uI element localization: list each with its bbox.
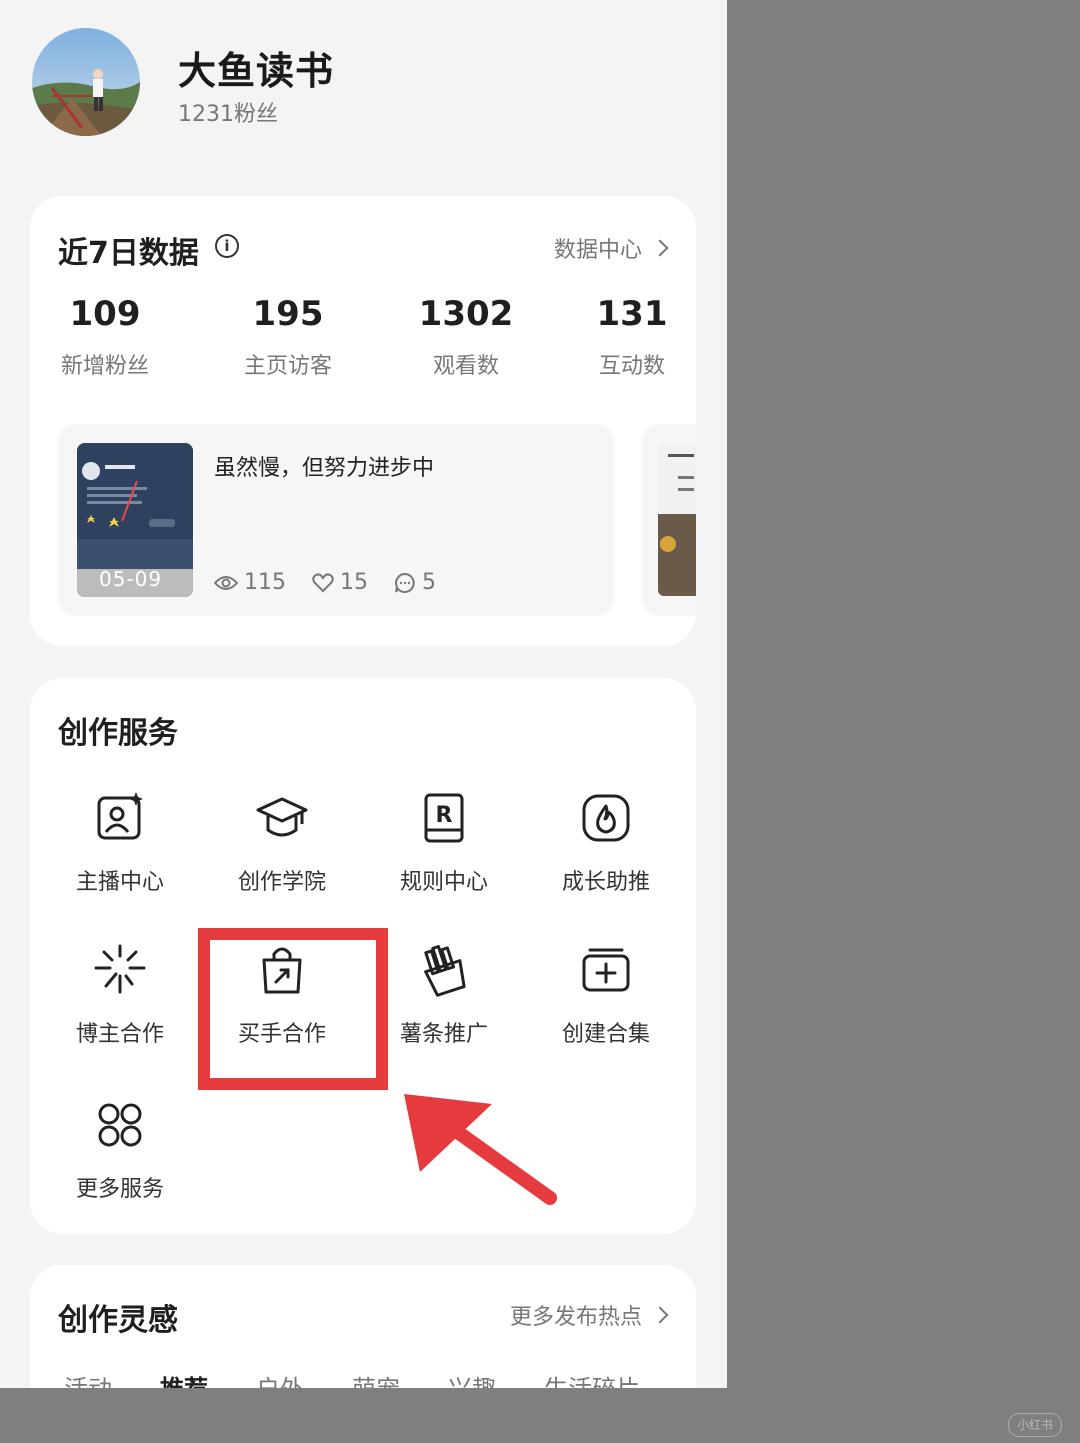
post-date: 05-09: [99, 567, 163, 591]
stat-value: 131: [596, 294, 668, 334]
next-post-card[interactable]: [642, 424, 696, 616]
recent-post-card[interactable]: 05-09 虽然慢，但努力进步中 115 15 5: [58, 424, 614, 616]
stat-label: 主页访客: [243, 354, 332, 379]
creation-inspiration-card: 创作灵感 更多发布热点 活动 推荐 户外 萌宠 兴趣 生活碎片: [30, 1265, 696, 1388]
post-comments: 5: [394, 570, 436, 595]
heart-icon: [312, 572, 334, 592]
bottom-strip: [0, 1388, 1080, 1443]
add-collection-icon: [582, 948, 630, 992]
annotation-arrow-icon: [404, 1094, 557, 1205]
more-hot-topics-label: 更多发布热点: [509, 1305, 642, 1330]
weekly-data-card: 近7日数据 i 数据中心 109 新增粉丝 195 主页访客 1302 观看数 …: [30, 196, 696, 646]
service-fries-promotion[interactable]: 薯条推广: [379, 942, 509, 1048]
post-views-count: 115: [244, 570, 286, 595]
tab-activity[interactable]: 活动: [64, 1369, 112, 1388]
data-center-link[interactable]: 数据中心: [553, 232, 669, 264]
phone-screen: 大鱼读书 1231粉丝 近7日数据 i 数据中心 109 新增粉丝 195 主页…: [0, 0, 727, 1388]
service-create-collection[interactable]: 创建合集: [541, 942, 671, 1048]
service-label: 主播中心: [75, 870, 164, 895]
post-likes-count: 15: [340, 570, 368, 595]
stat-value: 1302: [418, 294, 514, 334]
profile-name: 大鱼读书: [178, 49, 335, 93]
tab-outdoor[interactable]: 户外: [256, 1369, 304, 1388]
service-label: 博主合作: [75, 1022, 164, 1047]
service-label: 薯条推广: [399, 1022, 488, 1047]
stat-label: 观看数: [432, 354, 499, 379]
service-growth-boost[interactable]: 成长助推: [541, 790, 671, 896]
next-post-thumbnail: [658, 444, 696, 596]
chevron-right-icon: [651, 239, 669, 257]
service-label: 规则中心: [399, 870, 488, 895]
services-title: 创作服务: [58, 716, 178, 751]
inspiration-tabs: 活动 推荐 户外 萌宠 兴趣 生活碎片: [64, 1369, 640, 1388]
tab-interests[interactable]: 兴趣: [448, 1369, 496, 1388]
service-label: 更多服务: [75, 1177, 164, 1202]
stat-homepage-visitors[interactable]: 195 主页访客: [213, 294, 363, 380]
avatar-photo-icon: [32, 28, 140, 136]
service-more-services[interactable]: 更多服务: [55, 1097, 185, 1203]
service-streamer-center[interactable]: 主播中心: [55, 790, 185, 896]
data-center-label: 数据中心: [553, 238, 642, 263]
comment-icon: [395, 572, 415, 593]
service-label: 创作学院: [237, 870, 326, 895]
service-creation-academy[interactable]: 创作学院: [217, 790, 347, 896]
next-post-image-icon: [658, 444, 696, 596]
watermark: 小红书: [1008, 1413, 1062, 1437]
streamer-center-icon: [97, 792, 143, 840]
post-stats: 115 15 5: [214, 570, 436, 595]
post-views: 115: [214, 570, 286, 595]
stat-label: 互动数: [598, 354, 665, 379]
svg-text:R: R: [436, 803, 453, 828]
tab-pets[interactable]: 萌宠: [352, 1369, 400, 1388]
info-icon[interactable]: i: [215, 234, 239, 258]
weekly-data-title: 近7日数据: [58, 236, 199, 271]
highlight-box: [198, 928, 388, 1090]
service-label: 创建合集: [561, 1022, 650, 1047]
stat-new-fans[interactable]: 109 新增粉丝: [30, 294, 180, 380]
avatar[interactable]: [32, 28, 140, 136]
flame-icon: [582, 794, 630, 842]
tab-recommended[interactable]: 推荐: [160, 1369, 208, 1388]
grid-circles-icon: [98, 1103, 142, 1147]
stat-views[interactable]: 1302 观看数: [391, 294, 541, 380]
post-likes: 15: [312, 570, 368, 595]
chevron-right-icon: [651, 1306, 669, 1324]
post-thumbnail: 05-09: [77, 443, 193, 597]
rules-book-icon: R: [424, 793, 464, 843]
more-hot-topics-link[interactable]: 更多发布热点: [509, 1299, 669, 1331]
inspiration-title: 创作灵感: [58, 1303, 178, 1338]
service-blogger-cooperation[interactable]: 博主合作: [55, 942, 185, 1048]
fans-count[interactable]: 1231粉丝: [178, 96, 278, 128]
service-label: 成长助推: [561, 870, 650, 895]
stat-value: 109: [69, 294, 141, 334]
eye-icon: [214, 575, 238, 590]
post-title: 虽然慢，但努力进步中: [214, 456, 435, 481]
stat-interactions[interactable]: 131 互动数: [557, 294, 707, 380]
graduation-cap-icon: [256, 797, 308, 837]
post-comments-count: 5: [422, 570, 436, 595]
stat-value: 195: [252, 294, 324, 334]
stat-label: 新增粉丝: [60, 354, 149, 379]
tab-life-fragments[interactable]: 生活碎片: [544, 1369, 640, 1388]
sparkle-burst-icon: [94, 944, 146, 994]
service-rules-center[interactable]: R 规则中心: [379, 790, 509, 896]
fries-icon: [424, 945, 466, 997]
